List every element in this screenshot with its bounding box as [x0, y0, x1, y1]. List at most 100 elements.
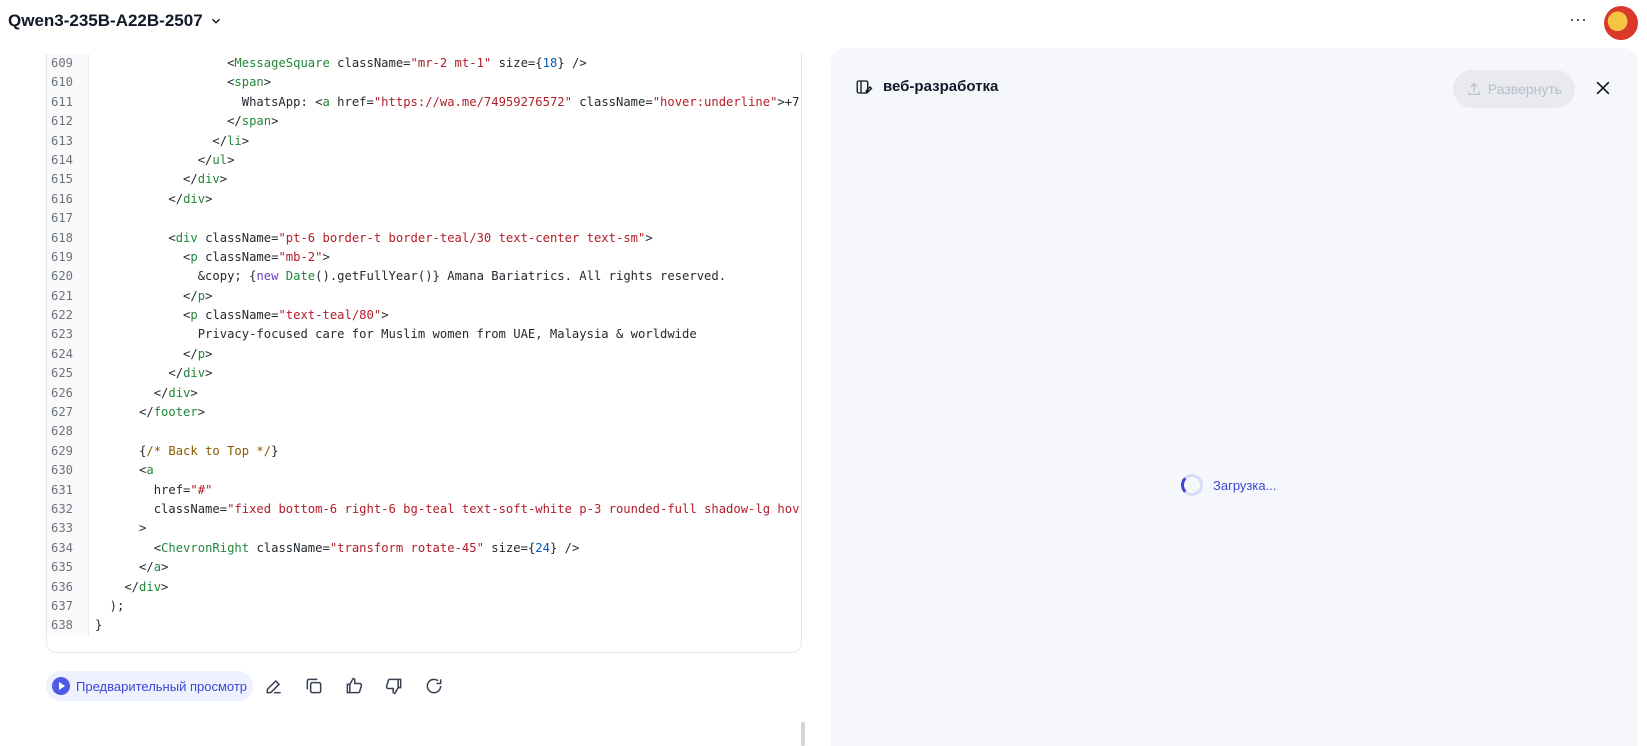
- line-number: 612: [47, 112, 89, 132]
- code-line: 613 </li>: [47, 131, 801, 151]
- code-token: >: [271, 114, 279, 129]
- deploy-button[interactable]: Развернуть: [1453, 70, 1575, 108]
- code-token: >: [241, 133, 250, 148]
- code-token: span: [241, 114, 272, 129]
- code-token: className=: [329, 56, 411, 70]
- line-number: 617: [47, 209, 89, 229]
- deploy-label: Развернуть: [1487, 81, 1563, 97]
- code-line: 621 </p>: [47, 286, 801, 307]
- scrollbar[interactable]: [801, 722, 805, 746]
- line-number: 615: [47, 170, 89, 190]
- message-actions: Предварительный просмотр: [46, 670, 453, 702]
- line-number: 624: [47, 344, 89, 365]
- code-token: 24: [535, 540, 550, 555]
- code-line: 618 <div className="pt-6 border-t border…: [47, 228, 801, 248]
- thumbs-down-icon: [385, 678, 402, 695]
- code-token: footer: [153, 405, 198, 420]
- code-text: </p>: [89, 345, 212, 364]
- code-token: >: [205, 191, 213, 206]
- code-token: </: [95, 385, 169, 400]
- more-options-button[interactable]: ···: [1566, 10, 1590, 32]
- code-line: 628: [47, 422, 801, 442]
- code-text: <p className="mb-2">: [89, 248, 330, 267]
- line-number: 635: [47, 558, 89, 578]
- code-line: 619 <p className="mb-2">: [47, 247, 801, 268]
- copy-button[interactable]: [295, 671, 333, 701]
- code-token: "mb-2": [278, 249, 323, 264]
- code-token: >: [227, 152, 235, 167]
- code-token: "mr-2 mt-1": [410, 56, 492, 70]
- code-token: </: [95, 288, 198, 303]
- dislike-button[interactable]: [375, 671, 413, 701]
- code-token: >: [205, 288, 213, 303]
- edit-button[interactable]: [255, 671, 293, 701]
- line-number: 632: [47, 499, 89, 520]
- code-text: </div>: [89, 384, 198, 403]
- code-token: ChevronRight: [161, 540, 250, 555]
- code-line: 611 WhatsApp: <a href="https://wa.me/749…: [47, 92, 801, 113]
- code-token: </: [95, 560, 154, 575]
- code-token: &copy; {: [95, 269, 257, 284]
- code-token: >: [645, 230, 653, 245]
- line-number: 609: [47, 54, 89, 74]
- code-token: }: [271, 443, 279, 458]
- model-selector[interactable]: Qwen3-235B-A22B-2507: [8, 11, 223, 31]
- code-token: "#": [190, 482, 213, 497]
- code-token: className=: [571, 94, 653, 109]
- code-token: size={: [491, 56, 543, 70]
- line-number: 631: [47, 480, 89, 500]
- line-number: 638: [47, 616, 89, 636]
- code-line: 633 >: [47, 519, 801, 539]
- code-token: >: [381, 308, 389, 323]
- model-name: Qwen3-235B-A22B-2507: [8, 11, 203, 30]
- code-text: <div className="pt-6 border-t border-tea…: [89, 229, 653, 248]
- code-token: div: [168, 385, 191, 400]
- code-text: </div>: [89, 364, 212, 383]
- panel-title: веб-разработка: [883, 78, 999, 95]
- code-token: p: [190, 249, 198, 264]
- code-token: </: [95, 346, 198, 361]
- avatar[interactable]: [1604, 6, 1638, 40]
- code-token: className=: [249, 540, 330, 555]
- code-text: </footer>: [89, 403, 205, 422]
- loading-text: Загрузка...: [1213, 477, 1277, 493]
- code-line: 615 </div>: [47, 170, 801, 190]
- code-token: li: [227, 133, 242, 148]
- code-token: a: [153, 560, 162, 575]
- loading-indicator: Загрузка...: [1181, 474, 1276, 496]
- code-token: </: [95, 366, 184, 381]
- line-number: 620: [47, 267, 89, 287]
- code-text: </div>: [89, 190, 212, 209]
- code-token: "text-teal/80": [278, 308, 382, 323]
- close-button[interactable]: [1593, 78, 1613, 98]
- code-text: <ChevronRight className="transform rotat…: [89, 539, 580, 558]
- artifact-panel: веб-разработка Развернуть Загрузка...: [831, 48, 1638, 746]
- regenerate-button[interactable]: [415, 671, 453, 701]
- play-icon: [52, 677, 70, 695]
- line-number: 614: [47, 150, 89, 171]
- line-number: 633: [47, 519, 89, 539]
- code-text: </a>: [89, 558, 168, 577]
- code-token: "hover:underline": [652, 94, 778, 109]
- line-number: 626: [47, 383, 89, 404]
- code-token: className=: [197, 308, 279, 323]
- code-token: "fixed bottom-6 right-6 bg-teal text-sof…: [227, 501, 800, 516]
- code-line: 617: [47, 209, 801, 229]
- code-token: WhatsApp: <: [95, 94, 323, 109]
- code-token: a: [146, 463, 154, 478]
- code-token: >: [190, 385, 198, 400]
- code-token: className=: [95, 501, 228, 516]
- code-token: MessageSquare: [234, 56, 330, 70]
- code-line: 612 </span>: [47, 112, 801, 132]
- code-token: >: [197, 405, 206, 420]
- code-token: <: [95, 463, 147, 478]
- code-token: >: [95, 521, 147, 536]
- like-button[interactable]: [335, 671, 373, 701]
- code-token: </: [95, 579, 140, 594]
- code-line: 636 </div>: [47, 577, 801, 597]
- line-number: 627: [47, 403, 89, 423]
- line-number: 610: [47, 73, 89, 93]
- preview-button[interactable]: Предварительный просмотр: [46, 671, 254, 701]
- code-line: 627 </footer>: [47, 403, 801, 423]
